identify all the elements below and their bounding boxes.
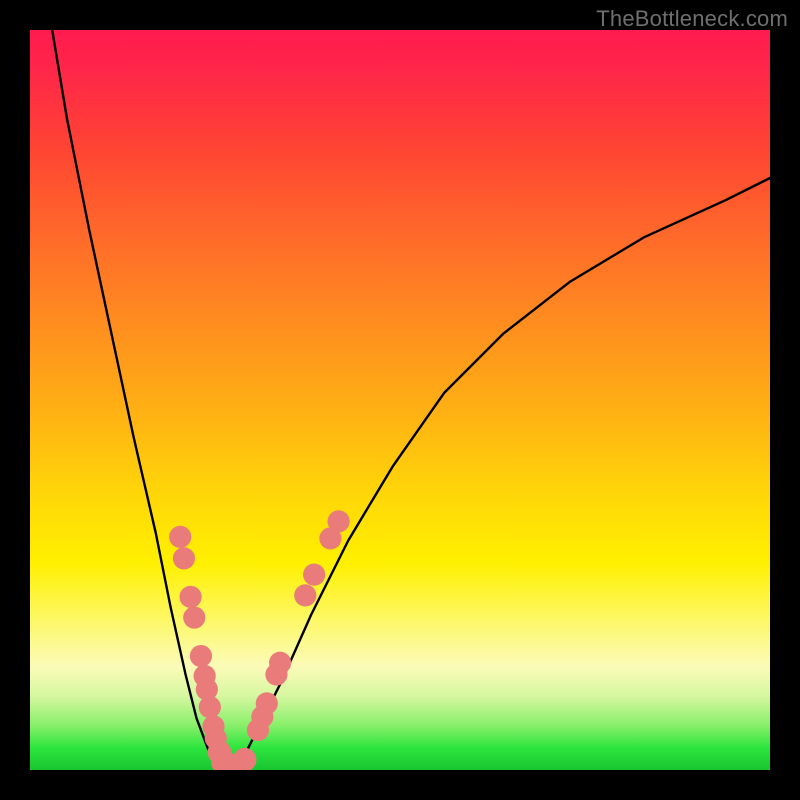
plot-area — [30, 30, 770, 770]
data-point — [269, 652, 291, 674]
data-point — [179, 586, 201, 608]
data-point — [256, 692, 278, 714]
data-point — [173, 547, 195, 569]
data-point — [169, 526, 191, 548]
data-point — [199, 696, 221, 718]
data-point — [183, 606, 205, 628]
data-point — [233, 748, 257, 770]
chart-overlay — [30, 30, 770, 770]
data-point — [303, 564, 325, 586]
marker-group — [169, 510, 350, 770]
watermark-text: TheBottleneck.com — [596, 6, 788, 32]
data-point — [327, 510, 349, 532]
data-point — [294, 584, 316, 606]
data-point — [190, 645, 212, 667]
curve-group — [52, 30, 770, 769]
chart-frame: TheBottleneck.com — [0, 0, 800, 800]
bottleneck-curve — [52, 30, 770, 769]
